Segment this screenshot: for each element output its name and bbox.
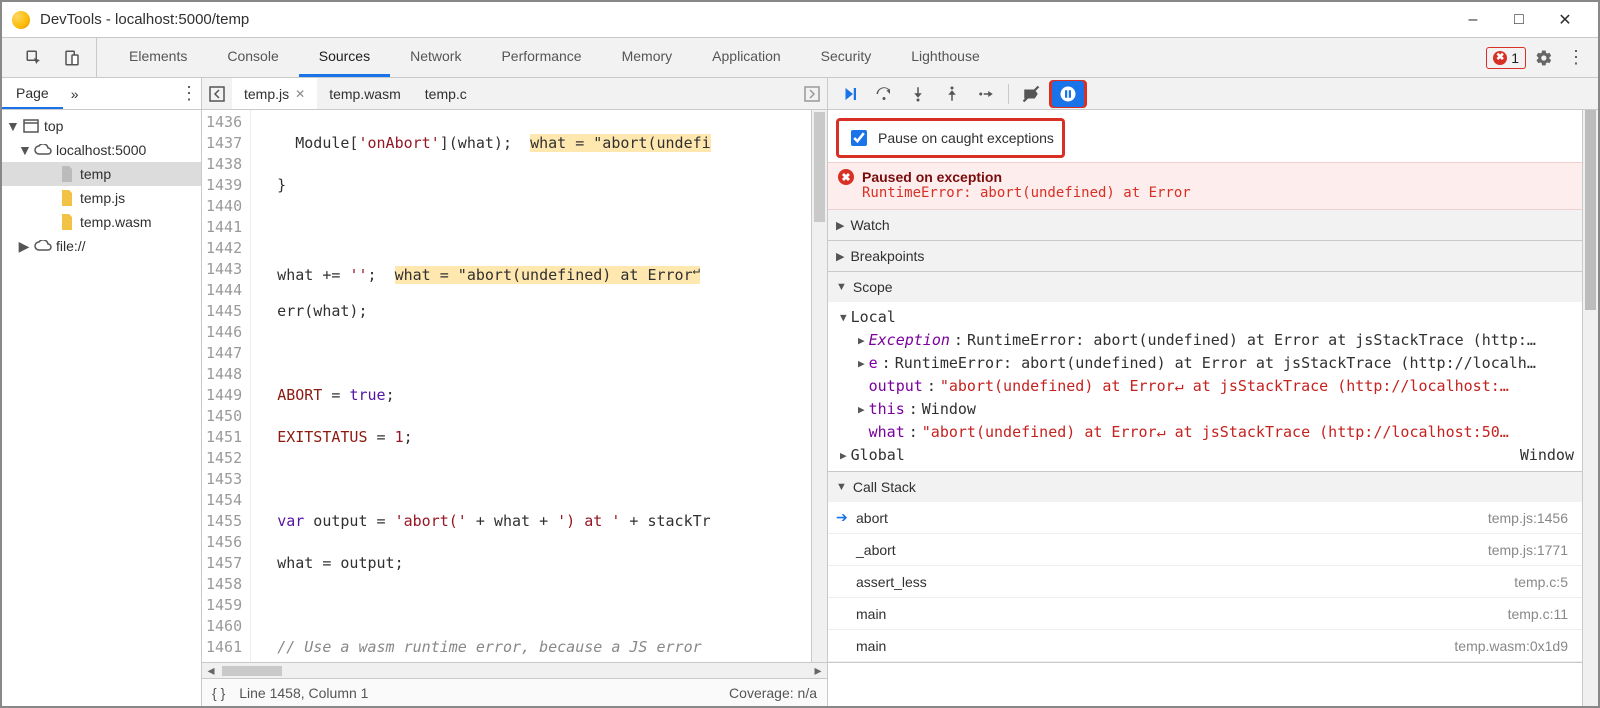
title-bar: DevTools - localhost:5000/temp – □ ✕ xyxy=(2,2,1598,38)
scope-var-output[interactable]: ▶output: "abort(undefined) at Error↵ at … xyxy=(836,375,1582,398)
kebab-menu-icon[interactable]: ⋮ xyxy=(1562,44,1590,72)
section-scope[interactable]: ▼Scope xyxy=(828,272,1582,302)
window-frame-icon xyxy=(22,119,40,133)
pause-on-caught-checkbox[interactable] xyxy=(851,130,867,146)
tree-origin[interactable]: ▼ localhost:5000 xyxy=(2,138,201,162)
editor-horizontal-scrollbar[interactable]: ◂▸ xyxy=(202,662,827,678)
stack-frame-_abort[interactable]: _aborttemp.js:1771 xyxy=(828,534,1582,566)
main-tab-elements[interactable]: Elements xyxy=(109,38,207,77)
coverage-status: Coverage: n/a xyxy=(729,685,817,701)
code-lines[interactable]: Module['onAbort'](what); what = "abort(u… xyxy=(251,110,811,662)
main-tab-application[interactable]: Application xyxy=(692,38,801,77)
exception-title: Paused on exception xyxy=(862,169,1002,185)
stack-frame-assert_less[interactable]: assert_lesstemp.c:5 xyxy=(828,566,1582,598)
main-tab-performance[interactable]: Performance xyxy=(481,38,601,77)
stack-frame-main[interactable]: maintemp.c:11 xyxy=(828,598,1582,630)
window-title: DevTools - localhost:5000/temp xyxy=(40,11,1450,28)
step-button[interactable] xyxy=(970,81,1002,107)
maximize-button[interactable]: □ xyxy=(1496,2,1542,37)
close-button[interactable]: ✕ xyxy=(1542,2,1588,37)
nav-back-icon[interactable] xyxy=(202,78,232,109)
file-wasm-icon xyxy=(58,214,76,230)
sidebar-overflow[interactable]: » xyxy=(63,86,87,102)
pause-on-exceptions-button[interactable] xyxy=(1052,81,1084,107)
scope-var-what[interactable]: ▶what: "abort(undefined) at Error↵ at js… xyxy=(836,421,1582,444)
pause-on-caught-label: Pause on caught exceptions xyxy=(878,130,1054,146)
tree-file-temp-wasm[interactable]: temp.wasm xyxy=(2,210,201,234)
main-tab-sources[interactable]: Sources xyxy=(299,38,390,77)
editor-vertical-scrollbar[interactable] xyxy=(811,110,827,662)
error-count: 1 xyxy=(1511,50,1519,66)
minimize-button[interactable]: – xyxy=(1450,2,1496,37)
tree-file-scheme[interactable]: ▶ file:// xyxy=(2,234,201,258)
sidebar-tab-page[interactable]: Page xyxy=(2,78,63,109)
settings-gear-icon[interactable] xyxy=(1530,44,1558,72)
stack-frame-main[interactable]: maintemp.wasm:0x1d9 xyxy=(828,630,1582,662)
debugger-toolbar xyxy=(828,78,1598,110)
scope-var-Exception[interactable]: ▶Exception: RuntimeError: abort(undefine… xyxy=(836,329,1582,352)
select-element-icon[interactable] xyxy=(20,44,48,72)
debugger-vertical-scrollbar[interactable] xyxy=(1582,110,1598,706)
current-frame-arrow-icon: ➔ xyxy=(836,509,848,526)
scope-var-e[interactable]: ▶e: RuntimeError: abort(undefined) at Er… xyxy=(836,352,1582,375)
cloud-icon xyxy=(34,240,52,252)
sidebar-kebab-icon[interactable]: ⋮ xyxy=(177,80,201,108)
scope-global[interactable]: ▶GlobalWindow xyxy=(836,444,1582,467)
editor-status-bar: { } Line 1458, Column 1 Coverage: n/a xyxy=(202,678,827,706)
main-tab-console[interactable]: Console xyxy=(207,38,298,77)
exception-message: RuntimeError: abort(undefined) at Error xyxy=(838,185,1572,201)
pretty-print-icon[interactable]: { } xyxy=(212,685,225,701)
step-out-button[interactable] xyxy=(936,81,968,107)
tree-file-temp[interactable]: temp xyxy=(2,162,201,186)
close-tab-icon[interactable]: ✕ xyxy=(295,87,305,101)
step-over-button[interactable] xyxy=(868,81,900,107)
device-toolbar-icon[interactable] xyxy=(58,44,86,72)
editor-panel: temp.js✕temp.wasmtemp.c 1436143714381439… xyxy=(202,78,828,706)
disable-breakpoints-button[interactable] xyxy=(1015,81,1047,107)
main-tab-memory[interactable]: Memory xyxy=(602,38,693,77)
tree-top[interactable]: ▼ top xyxy=(2,114,201,138)
file-tree: ▼ top ▼ localhost:5000 temp temp.js temp… xyxy=(2,110,201,706)
devtools-app-icon xyxy=(12,11,30,29)
cloud-icon xyxy=(34,144,52,156)
main-tab-lighthouse[interactable]: Lighthouse xyxy=(891,38,1000,77)
section-call-stack[interactable]: ▼Call Stack xyxy=(828,472,1582,502)
stack-frame-abort[interactable]: ➔aborttemp.js:1456 xyxy=(828,502,1582,534)
error-dot-icon: ✖ xyxy=(1493,51,1507,65)
cursor-position: Line 1458, Column 1 xyxy=(239,685,368,701)
pause-on-exceptions-highlight xyxy=(1049,80,1087,108)
exception-banner: ✖ Paused on exception RuntimeError: abor… xyxy=(828,162,1582,210)
line-gutter: 1436143714381439144014411442144314441445… xyxy=(202,110,251,662)
section-breakpoints[interactable]: ▶Breakpoints xyxy=(828,241,1582,271)
error-count-pill[interactable]: ✖ 1 xyxy=(1486,47,1526,69)
step-into-button[interactable] xyxy=(902,81,934,107)
error-circle-icon: ✖ xyxy=(838,169,854,185)
scope-local[interactable]: ▼Local xyxy=(836,306,1582,329)
file-js-icon xyxy=(58,190,76,206)
file-tab-temp-wasm[interactable]: temp.wasm xyxy=(317,78,413,109)
file-tab-temp-c[interactable]: temp.c xyxy=(413,78,479,109)
tree-file-temp-js[interactable]: temp.js xyxy=(2,186,201,210)
document-icon xyxy=(58,166,76,182)
pause-on-caught-checkbox-row[interactable]: Pause on caught exceptions xyxy=(839,121,1062,155)
scope-var-this[interactable]: ▶this: Window xyxy=(836,398,1582,421)
file-tab-temp-js[interactable]: temp.js✕ xyxy=(232,78,317,109)
code-editor[interactable]: 1436143714381439144014411442144314441445… xyxy=(202,110,827,662)
resume-button[interactable] xyxy=(834,81,866,107)
nav-forward-icon[interactable] xyxy=(797,78,827,109)
navigator-sidebar: Page » ⋮ ▼ top ▼ localhost:5000 temp t xyxy=(2,78,202,706)
debugger-panel: Pause on caught exceptions ✖ Paused on e… xyxy=(828,78,1598,706)
main-tab-bar: ElementsConsoleSourcesNetworkPerformance… xyxy=(2,38,1598,78)
section-watch[interactable]: ▶Watch xyxy=(828,210,1582,240)
main-tab-security[interactable]: Security xyxy=(801,38,892,77)
main-tab-network[interactable]: Network xyxy=(390,38,481,77)
